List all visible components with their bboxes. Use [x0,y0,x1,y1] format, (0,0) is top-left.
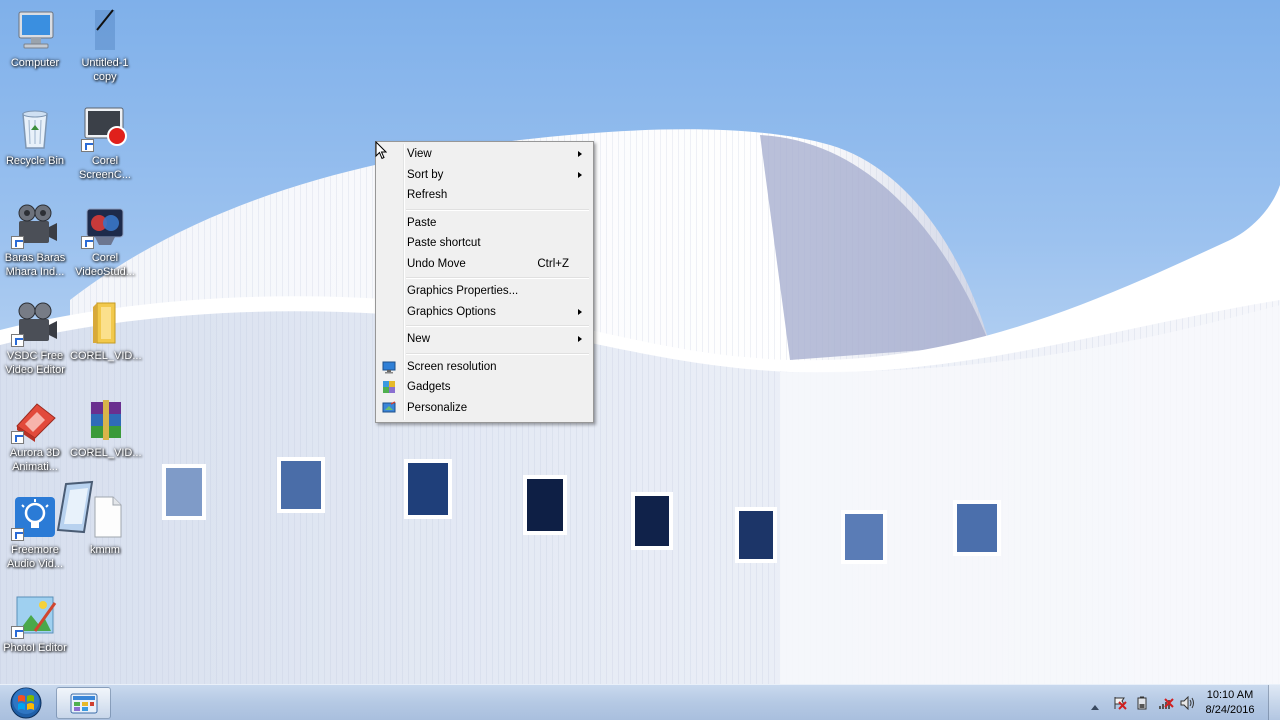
menu-item-label: Personalize [407,401,468,414]
menu-separator [378,350,591,357]
desktop-icon-label: Corel VideoStud... [75,252,135,278]
menu-item-gadgets[interactable]: Gadgets [378,377,591,398]
freemore-icon [11,493,59,541]
menu-separator [378,322,591,329]
show-hidden-icons-icon[interactable] [1090,698,1104,712]
desktop-icon-label: Recycle Bin [5,155,65,167]
taskbar: 10:10 AM 8/24/2016 [0,684,1280,720]
desktop-icon-baras-video[interactable]: Baras Baras Mhara Ind... [0,201,70,279]
shortcut-arrow-icon [11,431,24,444]
corel-screencap-icon [81,104,129,152]
desktop-icon-label: Baras Baras Mhara Ind... [4,252,66,278]
winrar-archive-icon [81,396,129,444]
desktop-icon-corel-screencap[interactable]: Corel ScreenC... [70,104,140,182]
desktop-icon-computer[interactable]: Computer [0,6,70,70]
submenu-arrow-icon [578,308,582,315]
screen-resolution-icon [382,360,396,374]
desktop-icon-label: COREL_VID... [70,350,142,362]
menu-item-label: Paste shortcut [407,237,481,249]
start-button[interactable] [6,685,46,720]
shortcut-arrow-icon [11,236,24,249]
desktop-icon-label: Freemore Audio Vid... [6,544,64,570]
clock-time: 10:10 AM [1206,689,1254,701]
menu-item-label: Graphics Options [407,305,496,318]
menu-item-refresh[interactable]: Refresh [378,185,591,206]
desktop-icon-corel-videostudio[interactable]: Corel VideoStud... [70,201,140,279]
menu-item-label: New [407,333,431,345]
desktop-icon-label: PhotoI Editor [3,642,67,654]
desktop-icon-corel-vid-folder[interactable]: COREL_VID... [70,299,142,363]
desktop-icon-label: Untitled-1 copy [81,57,129,83]
menu-item-sort-by[interactable]: Sort by [378,165,591,186]
gadgets-icon [382,380,396,394]
submenu-arrow-icon [578,171,582,178]
desktop-icon-vsdc[interactable]: VSDC Free Video Editor [0,299,70,377]
desktop-icon-photo-editor[interactable]: PhotoI Editor [0,591,70,655]
desktop-icon-untitled-copy[interactable]: Untitled-1 copy [70,6,140,84]
menu-separator [378,206,591,213]
shortcut-arrow-icon [11,334,24,347]
computer-icon [11,6,59,54]
clock-date: 8/24/2016 [1205,704,1255,716]
desktop-context-menu: View Sort by Refresh Paste Paste shortcu… [375,141,594,423]
menu-item-view[interactable]: View [378,144,591,165]
menu-item-label: Paste [407,216,437,229]
desktop-icon-label: Aurora 3D Animati... [9,447,61,473]
menu-item-label: Refresh [407,189,448,201]
menu-separator [378,274,591,281]
submenu-arrow-icon [578,151,582,157]
desktop-icon-corel-vid-archive[interactable]: COREL_VID... [70,396,142,460]
menu-item-paste-shortcut[interactable]: Paste shortcut [378,233,591,254]
vsdc-editor-icon [11,299,59,347]
show-desktop-button[interactable] [1268,685,1280,720]
desktop-wallpaper[interactable] [0,0,1280,684]
menu-item-undo-move[interactable]: Undo Move Ctrl+Z [378,254,591,275]
image-file-icon [81,6,129,54]
network-icon[interactable] [1158,696,1174,710]
personalize-icon [382,400,396,415]
menu-item-new[interactable]: New [378,329,591,350]
desktop-icon-recycle-bin[interactable]: Recycle Bin [0,104,70,168]
battery-icon[interactable] [1135,696,1149,710]
desktop-icon-label: Computer [10,57,60,69]
menu-item-graphics-properties[interactable]: Graphics Properties... [378,281,591,302]
mouse-cursor-icon [375,140,388,165]
volume-icon[interactable] [1180,695,1194,711]
shortcut-arrow-icon [81,139,94,152]
video-file-icon [11,201,59,249]
menu-item-paste[interactable]: Paste [378,213,591,234]
taskbar-control-panel-button[interactable] [56,687,111,719]
taskbar-clock[interactable]: 10:10 AM 8/24/2016 [1201,688,1259,718]
action-center-icon[interactable] [1113,696,1127,710]
desktop-icon-label: Corel ScreenC... [79,155,131,181]
system-tray: 10:10 AM 8/24/2016 [1080,685,1280,720]
control-panel-icon [70,693,98,714]
folder-icon [81,299,129,347]
drag-ghost-window-icon [56,480,96,534]
windows-start-icon [10,687,42,719]
menu-item-label: Undo Move [407,257,466,270]
submenu-arrow-icon [578,336,582,342]
menu-item-label: View [407,148,432,160]
menu-item-shortcut: Ctrl+Z [537,257,569,270]
menu-item-label: Gadgets [407,381,451,393]
menu-item-personalize[interactable]: Personalize [378,398,591,419]
aurora-3d-icon [11,396,59,444]
menu-item-label: Graphics Properties... [407,285,519,297]
wallpaper-building [0,129,1280,684]
recycle-bin-icon [11,104,59,152]
photo-editor-icon [11,591,59,639]
corel-videostudio-icon [81,201,129,249]
menu-item-label: Sort by [407,168,444,181]
desktop-icon-label: kmnm [90,544,120,556]
desktop-icon-label: VSDC Free Video Editor [5,350,65,376]
desktop-icon-aurora-3d[interactable]: Aurora 3D Animati... [0,396,70,474]
shortcut-arrow-icon [11,626,24,639]
menu-item-graphics-options[interactable]: Graphics Options [378,302,591,323]
menu-item-label: Screen resolution [407,360,497,373]
shortcut-arrow-icon [11,528,24,541]
menu-item-screen-resolution[interactable]: Screen resolution [378,357,591,378]
desktop-icon-label: COREL_VID... [70,447,142,459]
shortcut-arrow-icon [81,236,94,249]
